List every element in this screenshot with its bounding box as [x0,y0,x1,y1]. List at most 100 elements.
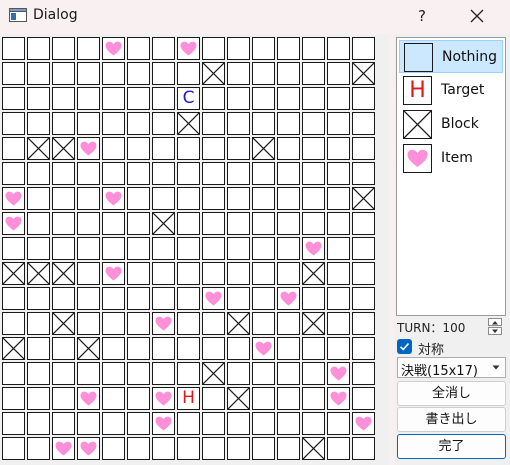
grid-cell-target[interactable]: H [177,387,200,410]
grid-cell-empty[interactable] [77,187,100,210]
grid-cell-empty[interactable] [52,162,75,185]
grid-cell-block[interactable] [252,137,275,160]
grid-cell-empty[interactable] [352,162,375,185]
grid-cell-empty[interactable] [327,337,350,360]
grid-cell-block[interactable] [227,312,250,335]
grid-cell-empty[interactable] [52,62,75,85]
grid-cell-empty[interactable] [327,312,350,335]
grid-cell-empty[interactable] [77,87,100,110]
grid-cell-empty[interactable] [327,187,350,210]
grid-cell-block[interactable] [302,437,325,460]
grid-cell-empty[interactable] [302,187,325,210]
done-button[interactable]: 完了 [397,434,506,459]
grid-cell-empty[interactable] [152,37,175,60]
grid-cell-empty[interactable] [127,337,150,360]
grid-cell-empty[interactable] [27,387,50,410]
grid-cell-empty[interactable] [302,162,325,185]
grid-cell-empty[interactable] [202,37,225,60]
grid-cell-empty[interactable] [52,337,75,360]
grid-cell-empty[interactable] [227,412,250,435]
grid-cell-empty[interactable] [202,262,225,285]
grid-cell-empty[interactable] [252,362,275,385]
grid-cell-empty[interactable] [52,362,75,385]
grid-cell-empty[interactable] [27,287,50,310]
turn-down-button[interactable] [488,327,502,335]
grid-cell-empty[interactable] [277,412,300,435]
grid-cell-empty[interactable] [252,312,275,335]
grid-cell-empty[interactable] [277,87,300,110]
grid-cell-empty[interactable] [327,437,350,460]
grid-cell-empty[interactable] [302,112,325,135]
grid-cell-empty[interactable] [2,237,25,260]
grid-cell-block[interactable] [52,262,75,285]
grid-cell-item[interactable] [327,362,350,385]
grid-cell-empty[interactable] [227,287,250,310]
grid-cell-empty[interactable] [27,237,50,260]
grid-cell-empty[interactable] [177,337,200,360]
grid-cell-empty[interactable] [27,312,50,335]
grid-cell-empty[interactable] [2,162,25,185]
grid-cell-empty[interactable] [352,137,375,160]
grid-cell-block[interactable] [52,312,75,335]
grid-cell-empty[interactable] [277,387,300,410]
grid-cell-empty[interactable] [152,187,175,210]
grid-cell-empty[interactable] [227,37,250,60]
checkbox-box[interactable] [397,339,412,354]
grid-cell-empty[interactable] [252,237,275,260]
grid-cell-empty[interactable] [127,87,150,110]
grid-cell-block[interactable] [202,62,225,85]
grid-cell-empty[interactable] [352,337,375,360]
grid-cell-item[interactable] [102,262,125,285]
grid-cell-empty[interactable] [102,412,125,435]
grid-cell-empty[interactable] [202,87,225,110]
grid-cell-item[interactable] [152,312,175,335]
grid-cell-empty[interactable] [327,87,350,110]
grid-cell-empty[interactable] [127,437,150,460]
export-button[interactable]: 書き出し [397,407,506,432]
grid-cell-block[interactable] [202,362,225,385]
grid-cell-empty[interactable] [277,262,300,285]
palette-item-target[interactable]: H Target [399,74,503,107]
grid-cell-item[interactable] [352,412,375,435]
grid-cell-empty[interactable] [302,362,325,385]
grid-cell-empty[interactable] [127,237,150,260]
grid-cell-empty[interactable] [302,412,325,435]
grid-cell-empty[interactable] [77,312,100,335]
grid-cell-block[interactable] [77,337,100,360]
grid-cell-empty[interactable] [2,62,25,85]
grid-cell-empty[interactable] [327,262,350,285]
grid-cell-item[interactable] [327,387,350,410]
grid-cell-empty[interactable] [77,162,100,185]
grid-cell-empty[interactable] [127,387,150,410]
grid-cell-empty[interactable] [352,112,375,135]
grid-cell-empty[interactable] [277,37,300,60]
grid-cell-empty[interactable] [202,337,225,360]
grid-cell-empty[interactable] [202,237,225,260]
grid-cell-empty[interactable] [177,262,200,285]
grid-cell-block[interactable] [27,137,50,160]
grid-cell-empty[interactable] [302,212,325,235]
grid-cell-empty[interactable] [152,137,175,160]
grid-cell-empty[interactable] [302,137,325,160]
grid-cell-empty[interactable] [102,212,125,235]
grid-cell-empty[interactable] [227,162,250,185]
grid-cell-empty[interactable] [127,287,150,310]
grid-cell-block[interactable] [302,312,325,335]
grid-cell-empty[interactable] [27,162,50,185]
grid-cell-empty[interactable] [252,87,275,110]
palette-item-block[interactable]: Block [399,108,503,141]
grid-cell-empty[interactable] [202,187,225,210]
grid-cell-empty[interactable] [177,437,200,460]
grid-cell-empty[interactable] [27,87,50,110]
grid-cell-empty[interactable] [327,212,350,235]
grid-cell-empty[interactable] [52,237,75,260]
grid-cell-empty[interactable] [27,362,50,385]
grid-cell-empty[interactable] [302,62,325,85]
grid-cell-empty[interactable] [227,187,250,210]
grid-cell-empty[interactable] [352,387,375,410]
grid-cell-item[interactable] [202,287,225,310]
grid-cell-empty[interactable] [102,112,125,135]
grid-cell-empty[interactable] [52,37,75,60]
grid-cell-empty[interactable] [2,362,25,385]
grid-cell-empty[interactable] [102,237,125,260]
